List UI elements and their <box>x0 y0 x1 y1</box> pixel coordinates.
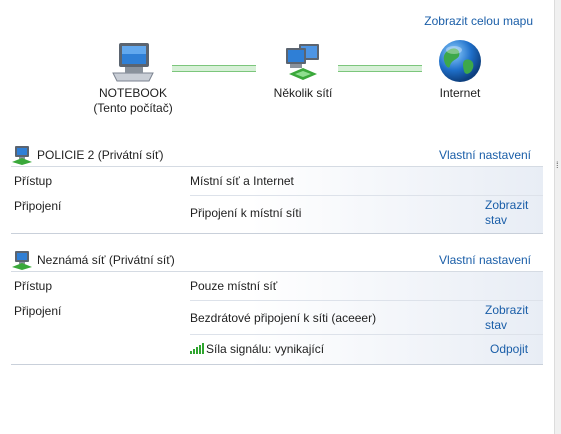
view-status-link[interactable]: Zobrazit stav <box>485 198 528 228</box>
disconnect-link[interactable]: Odpojit <box>490 342 528 357</box>
network-header: Neznámá síť (Privátní síť) Vlastní nasta… <box>11 249 543 272</box>
multiple-networks-icon <box>279 42 327 88</box>
computer-name: NOTEBOOK <box>98 86 167 100</box>
connections-label: Připojení <box>14 304 62 318</box>
view-status-line-2[interactable]: stav <box>485 318 507 332</box>
signal-bars-icon <box>190 343 204 357</box>
scrollbar[interactable] <box>554 0 561 434</box>
signal-strength-label: Síla signálu: vynikající <box>206 342 325 356</box>
network-name: POLICIE 2 (Privátní síť) <box>37 148 164 162</box>
view-status-line-1[interactable]: Zobrazit <box>485 198 528 212</box>
network-section: Neznámá síť (Privátní síť) Vlastní nasta… <box>11 249 543 365</box>
map-connector-left <box>172 65 256 72</box>
multiple-networks-label: Několik sítí <box>273 86 333 100</box>
access-label: Přístup <box>14 279 53 293</box>
internet-label: Internet <box>439 86 481 100</box>
view-status-link[interactable]: Zobrazit stav <box>485 303 528 333</box>
customize-link[interactable]: Vlastní nastavení <box>439 253 531 267</box>
row-divider <box>190 195 543 196</box>
computer-sublabel: (Tento počítač) <box>93 101 173 115</box>
access-value: Pouze místní síť <box>190 279 278 293</box>
view-status-line-1[interactable]: Zobrazit <box>485 303 528 317</box>
customize-link[interactable]: Vlastní nastavení <box>439 148 531 162</box>
map-connector-right <box>338 65 422 72</box>
access-value: Místní síť a Internet <box>190 174 294 188</box>
view-full-map-link[interactable]: Zobrazit celou mapu <box>424 14 533 28</box>
connection-name: Bezdrátové připojení k síti (aceeer) <box>190 311 377 325</box>
signal-strength: Síla signálu: vynikající <box>190 342 324 357</box>
access-label: Přístup <box>14 174 53 188</box>
row-divider <box>190 300 543 301</box>
connection-name: Připojení k místní síti <box>190 206 302 220</box>
connections-label: Připojení <box>14 199 62 213</box>
view-status-line-2[interactable]: stav <box>485 213 507 227</box>
network-icon <box>11 145 33 168</box>
row-divider <box>190 334 543 335</box>
globe-icon <box>437 38 483 88</box>
network-name: Neznámá síť (Privátní síť) <box>37 253 175 267</box>
network-details: Přístup Pouze místní síť Připojení Bezdr… <box>11 272 543 365</box>
network-icon <box>11 250 33 273</box>
network-header: POLICIE 2 (Privátní síť) Vlastní nastave… <box>11 144 543 167</box>
scrollbar-grip[interactable]: ⁞ <box>556 160 560 170</box>
network-details: Přístup Místní síť a Internet Připojení … <box>11 167 543 234</box>
computer-icon <box>110 40 156 88</box>
network-section: POLICIE 2 (Privátní síť) Vlastní nastave… <box>11 144 543 234</box>
